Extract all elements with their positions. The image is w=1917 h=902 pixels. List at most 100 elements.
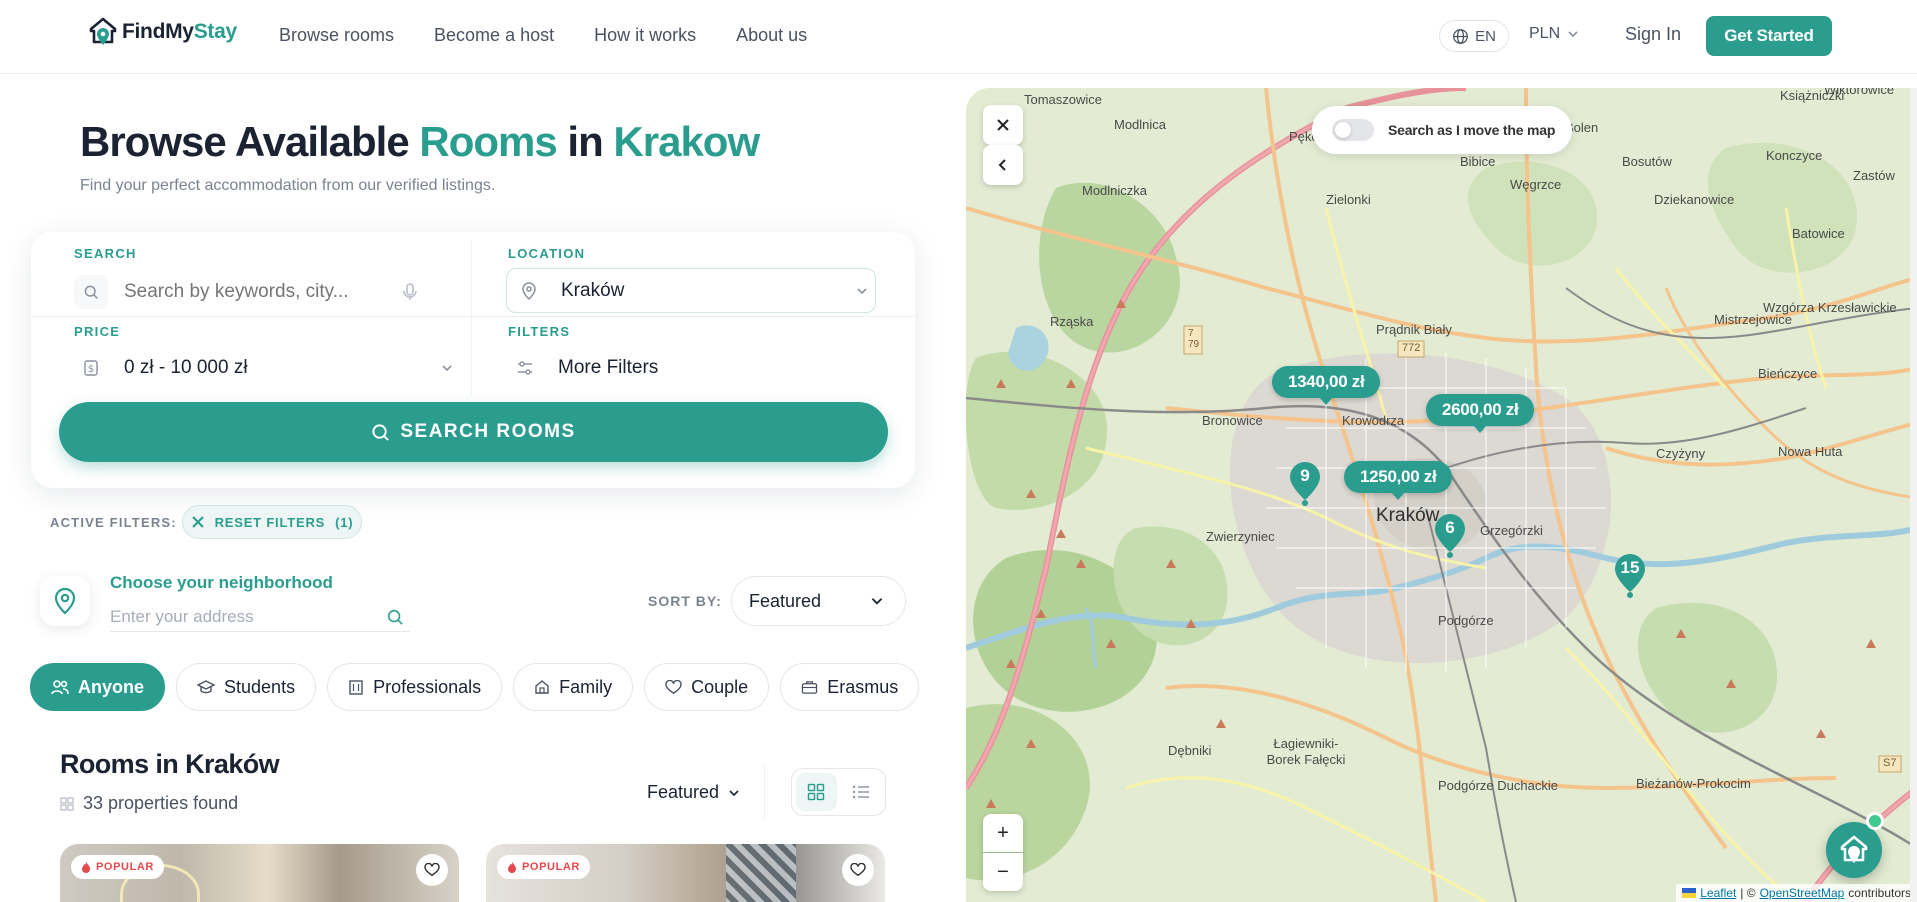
sign-in-link[interactable]: Sign In [1625, 24, 1681, 45]
place-label: Dębniki [1168, 743, 1212, 758]
logo[interactable]: FindMy Stay [88, 16, 237, 48]
favorite-button[interactable] [416, 854, 448, 886]
place-label: Bronowice [1202, 413, 1263, 428]
results-count-text: 33 properties found [83, 793, 239, 813]
language-selector[interactable]: EN [1439, 20, 1509, 52]
place-label: Grzegórzki [1480, 523, 1543, 538]
pill-couple[interactable]: Couple [644, 663, 770, 711]
map-cluster-marker[interactable]: 9 [1288, 460, 1322, 506]
nav-link-become-host[interactable]: Become a host [434, 25, 554, 46]
cluster-count: 9 [1300, 466, 1310, 485]
map-panel[interactable]: 779 772 S7 Tomaszowice Modlnica Pękowice… [966, 88, 1917, 902]
leaflet-link[interactable]: Leaflet [1700, 886, 1736, 900]
attribution-tail: contributors [1848, 886, 1911, 900]
reset-filters-label: RESET FILTERS [214, 514, 326, 530]
globe-icon [1453, 28, 1469, 44]
pill-label: Students [224, 676, 296, 697]
pill-label: Anyone [78, 676, 145, 697]
pill-anyone[interactable]: Anyone [30, 663, 166, 711]
home-icon [535, 680, 549, 694]
attribution-separator: | © [1740, 886, 1756, 900]
osm-link[interactable]: OpenStreetMap [1760, 886, 1845, 900]
house-pin-icon [1840, 835, 1868, 863]
place-label: Konczyce [1766, 148, 1823, 163]
map-price-marker[interactable]: 1340,00 zł [1272, 366, 1381, 405]
close-map-button[interactable] [983, 105, 1023, 145]
search-input[interactable] [124, 281, 394, 303]
grid-small-icon [60, 796, 74, 811]
sort-value: Featured [749, 590, 822, 611]
place-label: Zielonki [1326, 192, 1371, 207]
location-select[interactable]: Kraków [506, 268, 876, 313]
pill-family[interactable]: Family [513, 663, 634, 711]
place-label: Tomaszowice [1024, 92, 1103, 107]
search-rooms-button[interactable]: SEARCH ROOMS [59, 402, 888, 462]
list-view-button[interactable] [841, 773, 882, 811]
search-field[interactable] [74, 272, 454, 312]
building-icon [349, 680, 363, 695]
view-toggle [791, 768, 886, 816]
sort-select[interactable]: Featured [731, 576, 906, 626]
pill-students[interactable]: Students [176, 663, 317, 711]
search-icon [74, 275, 108, 309]
toggle-switch[interactable] [1332, 119, 1374, 141]
online-status-dot [1866, 812, 1884, 830]
nav-link-about-us[interactable]: About us [736, 25, 807, 46]
property-card[interactable]: POPULAR [60, 844, 459, 902]
map-price-marker[interactable]: 1250,00 zł [1344, 461, 1453, 500]
place-label: Czyżyny [1656, 446, 1706, 461]
map-price-marker[interactable]: 2600,00 zł [1426, 394, 1535, 433]
price-select[interactable]: $ 0 zł - 10 000 zł [74, 348, 454, 388]
collapse-map-button[interactable] [983, 145, 1023, 185]
active-filters-label: ACTIVE FILTERS: [50, 515, 177, 530]
reset-filters-button[interactable]: RESET FILTERS (1) [182, 505, 362, 539]
nav-link-browse-rooms[interactable]: Browse rooms [279, 25, 394, 46]
zoom-out-button[interactable]: − [983, 853, 1023, 891]
currency-label: PLN [1529, 25, 1561, 42]
toolbar-divider [764, 766, 765, 818]
page-scrollbar[interactable] [1910, 88, 1917, 902]
rooms-sort-select[interactable]: Featured [647, 782, 741, 803]
nav-link-how-it-works[interactable]: How it works [594, 25, 696, 46]
nav-links: Browse rooms Become a host How it works … [279, 25, 807, 46]
place-label: Rząska [1050, 314, 1094, 329]
chevron-down-icon [442, 365, 452, 372]
title-part-city: Krakow [613, 118, 760, 165]
pill-erasmus[interactable]: Erasmus [780, 663, 920, 711]
search-on-move-toggle[interactable]: Search as I move the map [1312, 106, 1572, 154]
place-label: Wiktorowice [1824, 88, 1895, 97]
grid-icon [808, 783, 825, 801]
get-started-button[interactable]: Get Started [1706, 16, 1832, 56]
zoom-in-button[interactable]: + [983, 814, 1023, 852]
location-value: Kraków [561, 280, 625, 301]
more-filters-button[interactable]: More Filters [508, 348, 888, 388]
search-label: SEARCH [74, 246, 137, 261]
price-label: PRICE [74, 324, 121, 339]
page-subtitle: Find your perfect accommodation from our… [80, 177, 496, 194]
assistant-button[interactable] [1826, 822, 1882, 878]
page-title: Browse Available Rooms in Krakow [80, 118, 760, 166]
place-label: Bieńczyce [1758, 366, 1818, 381]
graduation-cap-icon [197, 680, 216, 694]
popular-label: POPULAR [96, 861, 154, 873]
search-icon[interactable] [386, 608, 404, 626]
title-part-1: Browse Available [80, 118, 420, 165]
map-attribution: Leaflet | © OpenStreetMap contributors [1676, 884, 1917, 902]
sliders-icon [508, 351, 542, 385]
place-label: Prądnik Biały [1376, 322, 1452, 337]
currency-selector[interactable]: PLN [1529, 25, 1580, 43]
map-cluster-marker[interactable]: 15 [1613, 552, 1647, 598]
map-cluster-marker[interactable]: 6 [1433, 512, 1467, 558]
favorite-button[interactable] [842, 854, 874, 886]
pill-professionals[interactable]: Professionals [327, 663, 503, 711]
grid-view-button[interactable] [796, 773, 837, 811]
address-placeholder: Enter your address [110, 606, 254, 626]
microphone-icon[interactable] [402, 282, 418, 302]
address-input[interactable]: Enter your address [110, 602, 410, 632]
close-icon [997, 119, 1009, 131]
property-card[interactable]: POPULAR [486, 844, 885, 902]
neighborhood-title: Choose your neighborhood [110, 573, 333, 592]
popular-badge: POPULAR [71, 855, 164, 879]
pill-label: Couple [691, 676, 749, 697]
search-icon [372, 423, 390, 441]
